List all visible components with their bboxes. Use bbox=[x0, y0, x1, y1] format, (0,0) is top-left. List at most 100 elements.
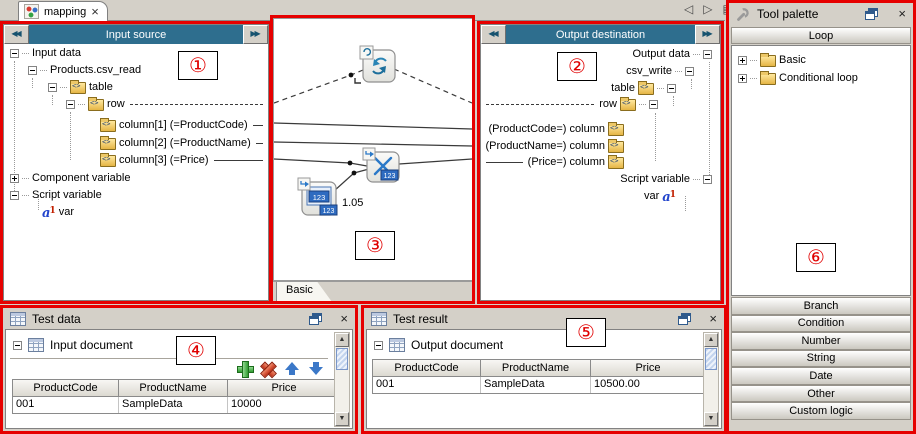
vertical-scrollbar[interactable]: ▲ ▼ bbox=[703, 332, 719, 427]
loop-node[interactable] bbox=[360, 46, 395, 82]
close-icon[interactable]: × bbox=[91, 5, 99, 18]
cell-productname[interactable]: SampleData bbox=[119, 397, 228, 413]
input-source-header: ◀◀ Input source ▶▶ bbox=[4, 25, 268, 44]
tree-item-productcode-column[interactable]: (ProductCode=) column <> bbox=[484, 121, 718, 137]
junction-dot[interactable] bbox=[348, 161, 353, 166]
collapse-toggle[interactable] bbox=[13, 341, 22, 350]
table-row[interactable]: 001 SampleData 10000 bbox=[13, 397, 340, 413]
collapse-toggle[interactable] bbox=[66, 100, 75, 109]
expand-all-button[interactable]: ▶▶ bbox=[243, 25, 268, 44]
tree-item-label: (Price=) column bbox=[528, 156, 605, 168]
expand-all-button[interactable]: ▶▶ bbox=[695, 25, 720, 44]
collapse-toggle[interactable] bbox=[685, 67, 694, 76]
tree-item-csv-read[interactable]: Products.csv_read bbox=[28, 62, 265, 78]
collapse-all-button[interactable]: ◀◀ bbox=[4, 25, 29, 44]
tree-item-row[interactable]: row <> bbox=[484, 96, 718, 112]
document-icon bbox=[389, 338, 405, 352]
palette-section-condition[interactable]: Condition bbox=[731, 315, 911, 333]
tab-basic[interactable]: Basic bbox=[276, 282, 332, 302]
number-constant-node[interactable]: 123 123 bbox=[298, 178, 337, 215]
scroll-up-button[interactable]: ▲ bbox=[335, 333, 349, 347]
collapse-toggle[interactable] bbox=[28, 66, 37, 75]
tree-item-label: table bbox=[89, 81, 113, 93]
scroll-up-button[interactable]: ▲ bbox=[704, 333, 718, 347]
add-row-icon[interactable] bbox=[237, 361, 252, 376]
move-down-icon[interactable] bbox=[309, 361, 324, 376]
cell-productcode[interactable]: 001 bbox=[13, 397, 119, 413]
cell-price[interactable]: 10000 bbox=[228, 397, 340, 413]
mapping-line bbox=[253, 125, 263, 126]
tree-item-var[interactable]: var a1 bbox=[484, 188, 718, 204]
expand-toggle[interactable] bbox=[738, 56, 747, 65]
tree-item-output-data[interactable]: Output data bbox=[484, 46, 718, 62]
tree-item-input-data[interactable]: Input data bbox=[10, 45, 265, 61]
nav-back-icon[interactable]: ◁ bbox=[684, 2, 693, 16]
collapse-toggle[interactable] bbox=[374, 341, 383, 350]
table-icon bbox=[10, 312, 26, 326]
annotation-3: ③ bbox=[355, 231, 395, 260]
collapse-all-button[interactable]: ◀◀ bbox=[481, 25, 506, 44]
palette-section-other[interactable]: Other bbox=[731, 385, 911, 403]
tab-mapping[interactable]: mapping × bbox=[18, 1, 108, 21]
scroll-thumb[interactable] bbox=[705, 348, 717, 370]
scroll-thumb[interactable] bbox=[336, 348, 348, 370]
palette-section-string[interactable]: String bbox=[731, 350, 911, 368]
tree-item-script-variable[interactable]: Script variable bbox=[10, 187, 265, 203]
collapse-toggle[interactable] bbox=[10, 191, 19, 200]
palette-item-conditional-loop[interactable]: Conditional loop bbox=[738, 70, 858, 86]
palette-section-branch[interactable]: Branch bbox=[731, 297, 911, 315]
tree-item-var[interactable]: a1 var bbox=[42, 204, 265, 220]
collapse-toggle[interactable] bbox=[667, 84, 676, 93]
multiply-node[interactable]: 123 bbox=[363, 148, 399, 182]
tree-item-column1[interactable]: <> column[1] (=ProductCode) bbox=[100, 117, 265, 133]
palette-section-loop[interactable]: Loop bbox=[731, 27, 911, 44]
palette-section-number[interactable]: Number bbox=[731, 332, 911, 350]
restore-icon[interactable] bbox=[309, 313, 322, 325]
move-up-icon[interactable] bbox=[285, 361, 300, 376]
tree-item-csv-write[interactable]: csv_write bbox=[484, 63, 718, 79]
panel-title: Tool palette bbox=[757, 7, 859, 21]
close-icon[interactable]: × bbox=[340, 313, 348, 325]
document-label: Output document bbox=[411, 338, 503, 352]
tree-item-row[interactable]: <> row bbox=[66, 96, 265, 112]
tree-connector bbox=[22, 178, 29, 179]
palette-item-basic[interactable]: Basic bbox=[738, 52, 806, 68]
restore-icon[interactable] bbox=[678, 313, 691, 325]
mapping-line bbox=[486, 162, 523, 163]
collapse-toggle[interactable] bbox=[703, 175, 712, 184]
tree-item-price-column[interactable]: (Price=) column <> bbox=[484, 154, 718, 170]
restore-icon[interactable] bbox=[865, 8, 878, 20]
separator bbox=[10, 358, 328, 359]
tree-item-column3[interactable]: <> column[3] (=Price) bbox=[100, 152, 265, 168]
input-document-row[interactable]: Input document bbox=[13, 338, 133, 352]
panel-title: Output destination bbox=[506, 29, 695, 41]
palette-section-custom-logic[interactable]: Custom logic bbox=[731, 402, 911, 420]
close-icon[interactable]: × bbox=[709, 313, 717, 325]
close-icon[interactable]: × bbox=[898, 8, 906, 20]
palette-section-date[interactable]: Date bbox=[731, 367, 911, 385]
tree-item-table[interactable]: <> table bbox=[48, 79, 265, 95]
collapse-toggle[interactable] bbox=[703, 50, 712, 59]
scroll-down-button[interactable]: ▼ bbox=[704, 412, 718, 426]
tree-item-column2[interactable]: <> column[2] (=ProductName) bbox=[100, 135, 265, 151]
tree-item-productname-column[interactable]: (ProductName=) column <> bbox=[484, 138, 718, 154]
junction-dot[interactable] bbox=[352, 171, 357, 176]
collapse-toggle[interactable] bbox=[48, 83, 57, 92]
scroll-down-button[interactable]: ▼ bbox=[335, 412, 349, 426]
annotation-5: ⑤ bbox=[566, 318, 606, 347]
tree-rail bbox=[52, 95, 53, 105]
output-document-row[interactable]: Output document bbox=[374, 338, 503, 352]
nav-forward-icon[interactable]: ▷ bbox=[703, 2, 712, 16]
tree-item-component-variable[interactable]: Component variable bbox=[10, 170, 265, 186]
delete-row-icon[interactable] bbox=[258, 358, 279, 379]
tree-item-table[interactable]: table <> bbox=[484, 80, 718, 96]
collapse-toggle[interactable] bbox=[10, 49, 19, 58]
tree-item-script-variable[interactable]: Script variable bbox=[484, 171, 718, 187]
vertical-scrollbar[interactable]: ▲ ▼ bbox=[334, 332, 350, 427]
expand-toggle[interactable] bbox=[10, 174, 19, 183]
tree-connector bbox=[22, 195, 29, 196]
cell-price: 10500.00 bbox=[591, 377, 705, 393]
expand-toggle[interactable] bbox=[738, 74, 747, 83]
collapse-toggle[interactable] bbox=[649, 100, 658, 109]
junction-dot[interactable] bbox=[349, 73, 354, 78]
